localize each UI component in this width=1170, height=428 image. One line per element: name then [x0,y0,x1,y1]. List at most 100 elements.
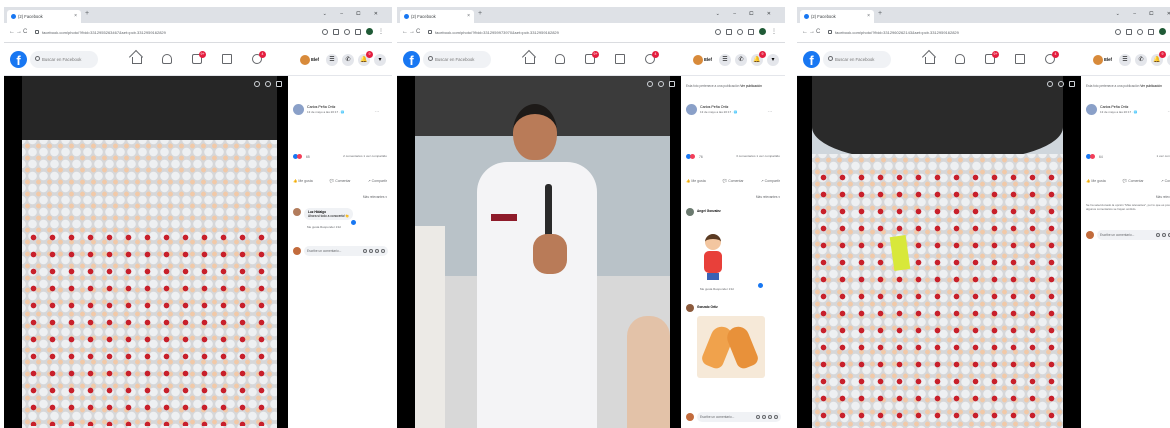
groups-icon[interactable]: 4 [645,51,659,64]
reload-button[interactable]: C [816,29,820,36]
zoom-in-icon[interactable] [647,81,653,87]
window-controls[interactable]: ⌄ – ⧠ ✕ [1116,11,1170,17]
author-name[interactable]: Carlos Peña Ortiz [700,105,728,109]
watch-icon[interactable]: 9+ [192,51,206,64]
zoom-icon[interactable] [1115,28,1121,35]
browser-menu-icon[interactable]: ⋮ [771,29,777,35]
comments-shares-count[interactable]: 1 vez compartido [1156,154,1170,158]
profile-avatar-icon[interactable] [759,28,766,35]
search-input[interactable] [835,56,889,63]
emoji-icon[interactable] [756,414,760,419]
browser-menu-icon[interactable]: ⋮ [378,29,384,35]
tab-close-icon[interactable]: × [74,13,77,19]
profile-chip[interactable]: Elef [1092,53,1115,66]
back-button[interactable]: ← [402,29,408,36]
avatar[interactable] [686,304,694,312]
browser-tab[interactable]: (2) Facebook × [400,10,474,23]
notifications-button[interactable]: 🔔 9 [751,50,766,66]
comment-button[interactable]: 💬 Comentar [1123,179,1144,183]
menu-button[interactable]: ☰ [326,53,338,66]
facebook-logo-icon[interactable]: f [803,51,820,68]
more-options-icon[interactable]: ··· [768,109,774,114]
search-input[interactable] [435,56,489,63]
new-tab-button[interactable]: + [878,10,882,18]
author-name[interactable]: Carlos Peña Ortiz [1100,105,1128,109]
address-bar[interactable]: facebook.com/photo/?fbid=3312960262143&s… [825,27,1115,38]
comment-actions[interactable]: Me gusta Responder 13d [700,287,734,291]
photo-viewer[interactable] [397,76,681,428]
window-controls[interactable]: ⌄ – ⧠ ✕ [323,11,384,17]
photo-viewer[interactable] [4,76,288,428]
share-button[interactable]: ↗ Compartir [1161,179,1170,183]
tab-close-icon[interactable]: × [467,13,470,19]
search-input[interactable] [42,56,96,63]
profile-chip[interactable]: Elef [299,53,322,66]
zoom-out-icon[interactable] [265,81,271,87]
like-button[interactable]: 👍 Me gusta [686,179,706,183]
gif-icon[interactable] [375,248,379,253]
facebook-logo-icon[interactable]: f [10,51,27,68]
notifications-button[interactable]: 🔔 9 [358,50,373,66]
bookmark-star-icon[interactable] [737,28,743,35]
marketplace-icon[interactable] [1015,54,1025,64]
comments-shares-count[interactable]: 2 comentarios 1 vez compartido [343,154,387,158]
zoom-in-icon[interactable] [254,81,260,87]
comment-actions[interactable]: Me gusta Responder 13d [307,225,341,229]
view-post-link[interactable]: Ver publicación [1140,84,1162,88]
browser-tab[interactable]: (2) Facebook × [800,10,874,23]
profile-avatar-icon[interactable] [1159,28,1166,35]
groups-icon[interactable]: 4 [252,51,266,64]
post-date[interactable]: 13 de mayo a las 20:17 · 🌐 [307,110,345,114]
like-button[interactable]: 👍 Me gusta [1086,179,1106,183]
marketplace-icon[interactable] [222,54,232,64]
gif-icon[interactable] [768,414,772,419]
zoom-icon[interactable] [715,28,721,35]
comment-sort[interactable]: Más relevantes ▾ [756,195,780,199]
like-button[interactable]: 👍 Me gusta [293,179,313,183]
window-controls[interactable]: ⌄ – ⧠ ✕ [716,11,777,17]
fullscreen-icon[interactable] [669,81,675,87]
comment-button[interactable]: 💬 Comentar [723,179,744,183]
home-icon[interactable] [132,57,142,64]
facebook-search[interactable] [423,51,491,68]
bookmark-star-icon[interactable] [344,28,350,35]
facebook-search[interactable] [823,51,891,68]
camera-icon[interactable] [369,248,373,253]
back-button[interactable]: ← [9,29,15,36]
menu-button[interactable]: ☰ [1119,53,1131,66]
facebook-search[interactable] [30,51,98,68]
home-icon[interactable] [925,57,935,64]
share-icon[interactable] [726,28,732,35]
post-date[interactable]: 13 de mayo a las 20:17 · 🌐 [1100,110,1138,114]
reload-button[interactable]: C [23,29,27,36]
profile-chip[interactable]: Elef [692,53,715,66]
view-post-link[interactable]: Ver publicación [740,84,762,88]
back-button[interactable]: ← [802,29,808,36]
reaction-summary[interactable]: 76 [686,154,703,159]
friends-icon[interactable] [162,54,172,64]
forward-button[interactable]: → [809,29,815,36]
zoom-icon[interactable] [322,28,328,35]
share-button[interactable]: ↗ Compartir [368,179,387,183]
notifications-button[interactable]: 🔔 9 [1151,50,1166,66]
sidebar-icon[interactable] [355,28,361,35]
comment-button[interactable]: 💬 Comentar [330,179,351,183]
reaction-summary[interactable]: 64 [1086,154,1103,159]
forward-button[interactable]: → [16,29,22,36]
tab-close-icon[interactable]: × [867,13,870,19]
menu-button[interactable]: ☰ [719,53,731,66]
zoom-in-icon[interactable] [1047,81,1053,87]
browser-tab[interactable]: (2) Facebook × [7,10,81,23]
camera-icon[interactable] [1162,232,1166,237]
zoom-out-icon[interactable] [1058,81,1064,87]
fullscreen-icon[interactable] [276,81,282,87]
account-button[interactable]: ▾ [767,53,779,66]
avatar[interactable] [686,104,697,115]
home-icon[interactable] [525,57,535,64]
facebook-logo-icon[interactable]: f [403,51,420,68]
avatar[interactable] [293,208,301,216]
emoji-icon[interactable] [363,248,367,253]
emoji-icon[interactable] [1156,232,1160,237]
reaction-summary[interactable]: 65 [293,154,310,159]
forward-button[interactable]: → [409,29,415,36]
